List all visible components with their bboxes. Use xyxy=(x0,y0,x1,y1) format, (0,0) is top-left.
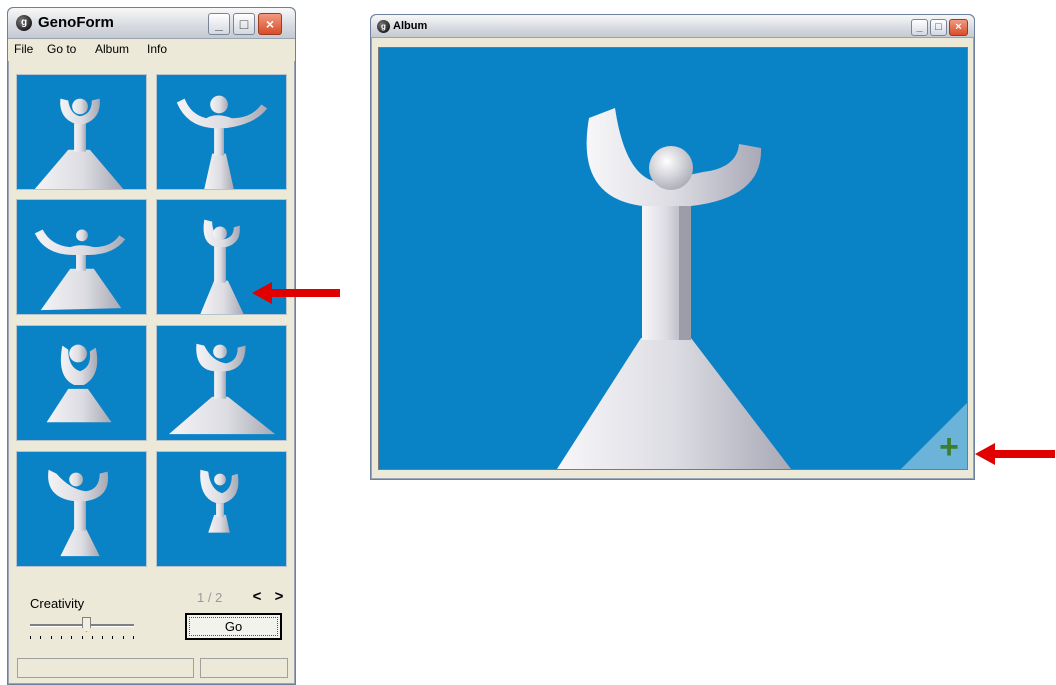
menu-album[interactable]: Album xyxy=(95,42,129,56)
album-window: g Album _ □ × + xyxy=(370,14,975,480)
maximize-icon: □ xyxy=(935,21,942,33)
minimize-icon: _ xyxy=(215,16,223,32)
maximize-icon: □ xyxy=(239,16,249,32)
slider-tick xyxy=(112,636,113,639)
slider-tick xyxy=(102,636,103,639)
slider-tick xyxy=(51,636,52,639)
form-thumbnail-grid xyxy=(16,74,289,574)
maximize-button[interactable]: □ xyxy=(930,19,947,36)
slider-tick xyxy=(30,636,31,639)
album-form-preview: + xyxy=(378,47,968,470)
window-title: GenoForm xyxy=(38,14,114,31)
status-pane-right xyxy=(200,658,288,678)
annotation-arrow-left-icon xyxy=(252,282,340,304)
slider-tick xyxy=(92,636,93,639)
menu-goto[interactable]: Go to xyxy=(47,42,76,56)
annotation-arrow-left-icon xyxy=(975,443,1055,465)
go-button-label: Go xyxy=(189,617,278,636)
creativity-label: Creativity xyxy=(30,596,85,611)
form-thumbnail-1[interactable] xyxy=(16,74,147,190)
menu-file[interactable]: File xyxy=(14,42,33,56)
slider-tick xyxy=(82,636,83,639)
form-thumbnail-7[interactable] xyxy=(16,451,147,567)
maximize-button[interactable]: □ xyxy=(233,13,255,35)
creativity-slider[interactable] xyxy=(30,616,134,640)
slider-tick xyxy=(40,636,41,639)
close-button[interactable]: × xyxy=(258,13,282,35)
app-logo-icon[interactable]: g xyxy=(16,15,32,31)
next-page-button[interactable]: > xyxy=(271,588,287,606)
slider-tick xyxy=(123,636,124,639)
form-thumbnail-5[interactable] xyxy=(16,325,147,441)
slider-tick xyxy=(133,636,134,639)
status-pane-left xyxy=(17,658,194,678)
close-button[interactable]: × xyxy=(949,19,968,36)
genoform-titlebar[interactable]: g GenoForm _ □ × xyxy=(8,8,295,39)
genoform-window: g GenoForm _ □ × File Go to Album Info C… xyxy=(7,7,296,685)
page-indicator: 1 / 2 xyxy=(197,590,223,605)
minimize-icon: _ xyxy=(916,21,923,33)
go-button[interactable]: Go xyxy=(185,613,282,640)
album-window-title: Album xyxy=(393,20,428,32)
close-icon: × xyxy=(265,16,275,32)
slider-ticks xyxy=(30,636,134,640)
add-icon[interactable]: + xyxy=(939,430,959,464)
app-logo-icon[interactable]: g xyxy=(377,20,390,33)
menu-bar: File Go to Album Info xyxy=(8,39,295,61)
slider-handle[interactable] xyxy=(82,617,91,632)
slider-tick xyxy=(71,636,72,639)
form-thumbnail-6[interactable] xyxy=(156,325,287,441)
minimize-button[interactable]: _ xyxy=(911,19,928,36)
form-thumbnail-8[interactable] xyxy=(156,451,287,567)
enlarged-form-render xyxy=(557,108,791,469)
form-thumbnail-3[interactable] xyxy=(16,199,147,315)
album-titlebar[interactable]: g Album _ □ × xyxy=(371,15,974,38)
previous-page-button[interactable]: < xyxy=(249,588,265,606)
slider-tick xyxy=(61,636,62,639)
minimize-button[interactable]: _ xyxy=(208,13,230,35)
form-thumbnail-2[interactable] xyxy=(156,74,287,190)
close-icon: × xyxy=(955,21,962,33)
menu-info[interactable]: Info xyxy=(147,42,167,56)
